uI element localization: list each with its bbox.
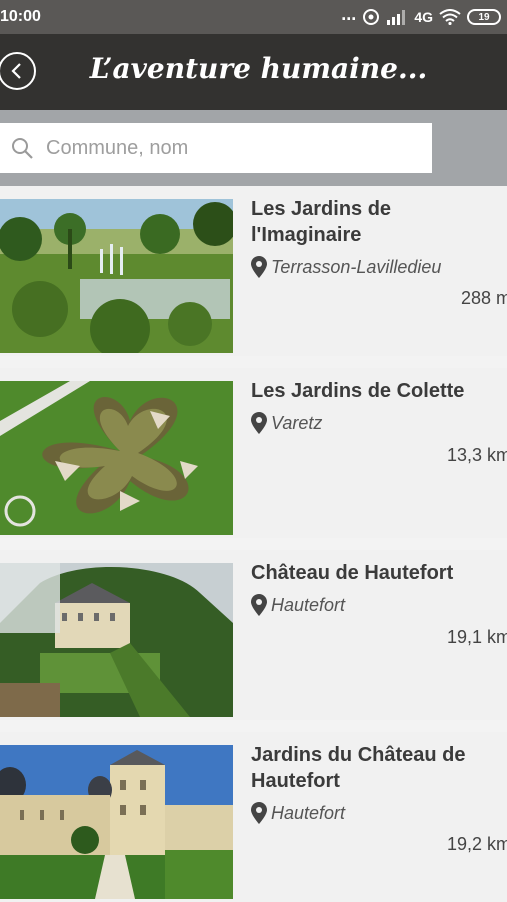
place-title: Jardins du Château de Hautefort bbox=[251, 744, 466, 792]
search-box[interactable] bbox=[0, 123, 432, 173]
hotspot-icon bbox=[363, 9, 380, 25]
distance: 13,3 km bbox=[447, 445, 507, 465]
page-title: L’aventure humaine... bbox=[89, 52, 428, 85]
battery-level: 19 bbox=[478, 11, 490, 23]
location-name: Hautefort bbox=[271, 802, 346, 823]
list-item[interactable]: Les Jardins de l'Imaginaire Terrasson-La… bbox=[0, 186, 507, 356]
place-location: Hautefort bbox=[251, 802, 345, 824]
status-time: 10:00 bbox=[0, 8, 41, 25]
place-title: Les Jardins de Colette bbox=[251, 380, 465, 402]
signal-icon bbox=[387, 10, 406, 25]
map-pin-icon bbox=[251, 256, 267, 278]
place-photo bbox=[0, 563, 233, 717]
place-location: Hautefort bbox=[251, 594, 345, 616]
list-item[interactable]: Les Jardins de Colette Varetz 13,3 km bbox=[0, 368, 507, 538]
place-location: Terrasson-Lavilledieu bbox=[251, 256, 441, 278]
more-dots: ... bbox=[341, 3, 357, 24]
search-icon bbox=[12, 138, 33, 159]
map-pin-icon bbox=[251, 412, 267, 434]
distance: 19,1 km bbox=[447, 627, 507, 647]
wifi-icon bbox=[439, 9, 461, 25]
list-item[interactable]: Château de Hautefort Hautefort 19,1 km bbox=[0, 550, 507, 720]
place-photo bbox=[0, 199, 233, 353]
battery-icon: 19 bbox=[467, 9, 501, 25]
place-photo bbox=[0, 745, 233, 899]
place-title: Château de Hautefort bbox=[251, 562, 454, 584]
status-icons: ... 4G 19 bbox=[341, 3, 501, 28]
list-item[interactable]: Jardins du Château de Hautefort Hautefor… bbox=[0, 732, 507, 902]
location-name: Varetz bbox=[271, 412, 323, 433]
search-band bbox=[0, 110, 507, 186]
distance: 288 m bbox=[461, 288, 507, 308]
distance: 19,2 km bbox=[447, 834, 507, 854]
place-title: Les Jardins de l'Imaginaire bbox=[251, 198, 392, 246]
location-name: Terrasson-Lavilledieu bbox=[271, 256, 442, 277]
map-pin-icon bbox=[251, 802, 267, 824]
search-input[interactable] bbox=[46, 136, 406, 160]
status-bar: 10:00 ... 4G 19 bbox=[0, 0, 507, 34]
place-location: Varetz bbox=[251, 412, 322, 434]
map-pin-icon bbox=[251, 594, 267, 616]
app-bar: L’aventure humaine... bbox=[0, 34, 507, 110]
network-type: 4G bbox=[414, 9, 433, 25]
place-photo bbox=[0, 381, 233, 535]
location-name: Hautefort bbox=[271, 594, 346, 615]
